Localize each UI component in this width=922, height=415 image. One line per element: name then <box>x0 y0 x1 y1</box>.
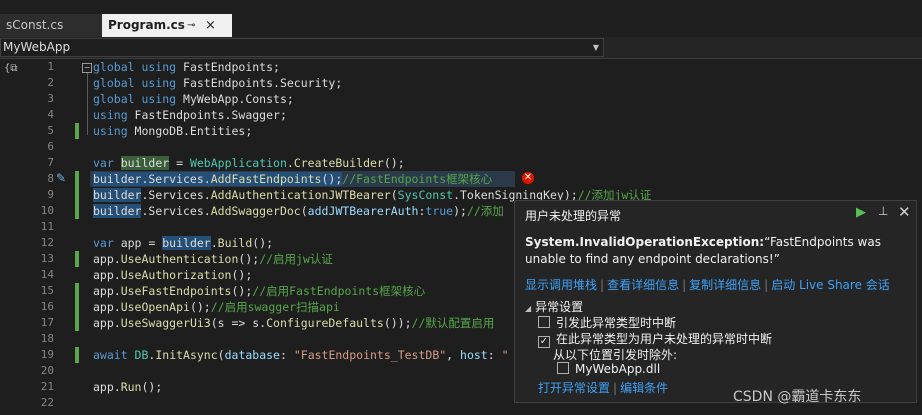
line-number: 16 <box>40 300 54 313</box>
line-number: 5 <box>47 124 54 137</box>
exception-message: System.InvalidOperationException:“FastEn… <box>525 234 910 268</box>
break-when-thrown-option[interactable]: 引发此异常类型时中断 <box>538 314 676 331</box>
code-lens-icon[interactable]: {⧉ <box>4 62 18 75</box>
line-number: 21 <box>40 380 54 393</box>
show-call-stack-link[interactable]: 显示调用堆栈 <box>525 278 597 292</box>
edit-conditions-link[interactable]: 编辑条件 <box>620 381 668 395</box>
checkbox-unchecked[interactable] <box>557 362 569 374</box>
line-number: 12 <box>40 236 54 249</box>
line-number: 17 <box>40 316 54 329</box>
error-icon[interactable]: ✕ <box>522 172 534 184</box>
line-number: 20 <box>40 364 54 377</box>
line-number: 4 <box>47 108 54 121</box>
change-marker <box>75 347 79 363</box>
line-number: 10 <box>40 204 54 217</box>
line-number: 14 <box>40 268 54 281</box>
code-line-10: builder.Services.AddSwaggerDoc(addJWTBea… <box>93 204 504 218</box>
link-separator: | <box>682 278 687 292</box>
code-line-14: app.UseAuthorization(); <box>93 268 253 282</box>
code-line-21: app.Run(); <box>93 380 163 394</box>
except-when-thrown-label: 从以下位置引发时除外: <box>553 348 678 362</box>
pin-icon[interactable]: ⊥ <box>878 204 888 218</box>
line-number: 9 <box>47 188 54 201</box>
view-details-link[interactable]: 查看详细信息 <box>607 278 679 292</box>
code-line-3: global using MyWebApp.Consts; <box>93 92 294 106</box>
exception-type: System.InvalidOperationException: <box>525 235 765 249</box>
code-line-17: app.UseSwaggerUi3(s => s.ConfigureDefaul… <box>93 316 495 330</box>
fold-guide <box>87 73 88 135</box>
line-number: 22 <box>40 396 54 409</box>
code-line-16: app.UseOpenApi();//启用swagger扫描api <box>93 300 340 314</box>
continue-icon[interactable]: ▶ <box>856 205 866 220</box>
line-number: 1 <box>47 60 54 73</box>
line-number: 3 <box>47 92 54 105</box>
line-number: 6 <box>47 140 54 153</box>
change-marker <box>75 299 79 315</box>
change-marker <box>75 315 79 331</box>
code-line-19: await DB.InitAsync(database: "FastEndpoi… <box>93 348 509 362</box>
live-share-link[interactable]: 启动 Live Share 会话 <box>771 278 890 292</box>
line-number: 19 <box>40 348 54 361</box>
line-number: 18 <box>40 332 54 345</box>
open-exception-settings-link[interactable]: 打开异常设置 <box>538 381 610 395</box>
close-icon[interactable]: × <box>205 14 216 37</box>
exception-source-option[interactable]: MyWebApp.dll <box>557 362 660 376</box>
line-number: 11 <box>40 220 54 233</box>
change-marker <box>75 251 79 267</box>
code-line-5: using MongoDB.Entities; <box>93 124 253 138</box>
link-separator: | <box>764 278 769 292</box>
exception-helper-popup: 用户未处理的异常 ▶ ⊥ ✕ System.InvalidOperationEx… <box>514 200 917 403</box>
popup-title: 用户未处理的异常 <box>525 209 622 223</box>
copy-details-link[interactable]: 复制详细信息 <box>689 278 761 292</box>
line-number: 13 <box>40 252 54 265</box>
project-dropdown[interactable]: MyWebApp ▼ <box>0 38 604 57</box>
settings-links: 打开异常设置 | 编辑条件 <box>538 379 668 396</box>
line-number: 7 <box>47 156 54 169</box>
action-links: 显示调用堆栈 | 查看详细信息 | 复制详细信息 | 启动 Live Share 会话 <box>525 276 890 293</box>
line-number: 8 <box>47 172 54 185</box>
code-line-2: global using FastEndpoints.Security; <box>93 76 343 90</box>
code-line-4: using FastEndpoints.Swagger; <box>93 108 287 122</box>
expand-triangle-icon: ◢ <box>525 304 532 313</box>
change-marker <box>75 171 79 187</box>
tab-sysconst[interactable]: sConst.cs <box>0 14 108 37</box>
project-name: MyWebApp <box>3 40 71 54</box>
code-line-8: builder.Services.AddFastEndpoints();//Fa… <box>93 172 493 186</box>
exception-settings-header[interactable]: ◢ 异常设置 <box>525 298 583 315</box>
change-marker <box>75 187 79 203</box>
chevron-down-icon: ▼ <box>592 43 599 52</box>
link-separator: | <box>600 278 605 292</box>
change-marker <box>75 283 79 299</box>
code-line-1: global using FastEndpoints; <box>93 60 280 74</box>
navigation-bar: MyWebApp ▼ <box>0 37 922 59</box>
change-marker <box>75 203 79 219</box>
close-icon[interactable]: ✕ <box>898 203 911 221</box>
pin-icon[interactable]: ⊸ <box>187 14 195 37</box>
code-line-7: var builder = WebApplication.CreateBuild… <box>93 156 405 170</box>
fold-toggle[interactable]: − <box>82 63 92 73</box>
checkbox-unchecked[interactable] <box>538 316 550 328</box>
checkbox-checked[interactable]: ✓ <box>538 336 550 348</box>
line-number: 2 <box>47 76 54 89</box>
change-marker <box>75 123 79 139</box>
line-number: 15 <box>40 284 54 297</box>
tab-label: Program.cs <box>108 18 185 32</box>
code-line-12: var app = builder.Build(); <box>93 236 274 250</box>
link-separator: | <box>613 381 618 395</box>
quick-actions-icon[interactable]: ✎ <box>56 171 70 185</box>
watermark: CSDN @霸道卡东东 <box>733 389 862 405</box>
code-line-13: app.UseAuthentication();//启用jw认证 <box>93 252 333 266</box>
code-line-15: app.UseFastEndpoints();//启用FastEndpoints… <box>93 284 426 298</box>
tab-program[interactable]: Program.cs ⊸ × <box>102 14 232 37</box>
document-tab-strip: sConst.cs Program.cs ⊸ × <box>0 0 922 37</box>
tab-label: sConst.cs <box>6 18 64 32</box>
